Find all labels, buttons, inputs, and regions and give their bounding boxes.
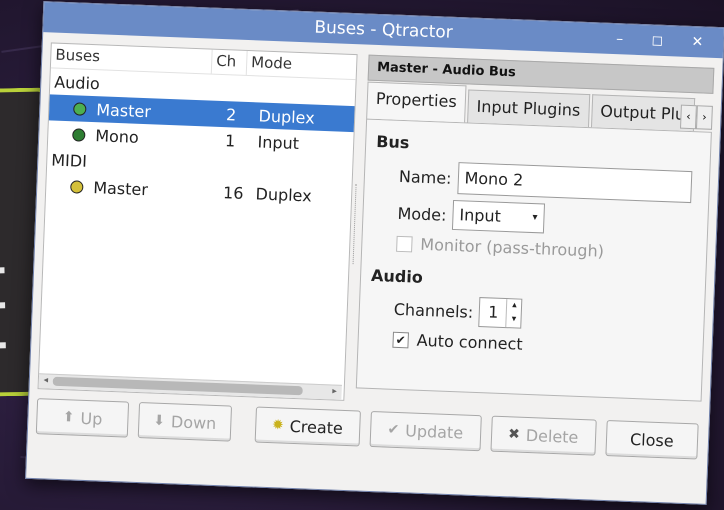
down-label: Down [170,411,217,433]
channels-row: Channels: 1 ▴ ▾ [393,294,694,335]
bus-group-label: Bus [375,131,410,153]
name-label: Name: [398,166,452,188]
monitor-checkbox[interactable] [396,235,413,252]
bus-mode: Duplex [258,105,316,128]
group-label: Audio [53,72,101,93]
bus-channels: 16 [222,182,244,203]
up-label: Up [80,408,103,429]
spin-up-icon[interactable]: ▴ [507,299,522,314]
arrow-up-icon: ⬆ [62,409,75,426]
bus-properties-pane: Master - Audio Bus Properties Input Plug… [355,54,715,413]
delete-label: Delete [525,425,579,447]
monitor-label: Monitor (pass-through) [420,234,605,261]
chevron-down-icon: ▾ [532,212,538,224]
bus-name: Master [92,177,149,199]
bus-tree[interactable]: Buses Ch Mode Audio Master 2 Duplex Mono… [37,42,358,401]
mode-value: Input [459,205,502,226]
column-mode[interactable]: Mode [247,51,356,79]
close-button[interactable]: Close [605,420,699,460]
scrollbar-thumb[interactable] [52,376,303,396]
create-label: Create [289,416,344,438]
tab-scroll-right-icon[interactable]: › [695,105,713,130]
channels-spinbox[interactable]: 1 ▴ ▾ [478,297,523,329]
horizontal-scrollbar[interactable]: ◂ ▸ [38,373,342,400]
properties-tab-body: Bus Name: Mono 2 Mode: Input ▾ Monitor (… [355,118,712,402]
window-title: Buses - Qtractor [314,17,454,43]
audio-bus-icon [72,127,86,142]
bus-name: Mono [94,125,140,147]
update-button[interactable]: ✔ Update [369,410,482,452]
tab-input-plugins[interactable]: Input Plugins [466,89,590,128]
auto-connect-checkbox[interactable]: ✔ [392,331,409,348]
monitor-row: Monitor (pass-through) [396,234,697,265]
channels-value: 1 [487,302,499,322]
delete-button[interactable]: ✖ Delete [489,415,597,456]
column-ch[interactable]: Ch [211,49,248,75]
update-label: Update [404,420,464,443]
auto-connect-label: Auto connect [416,330,523,354]
tab-properties[interactable]: Properties [366,81,467,123]
spin-down-icon[interactable]: ▾ [507,313,522,328]
mode-label: Mode: [397,203,447,225]
auto-connect-row: ✔ Auto connect [392,330,693,361]
channels-label: Channels: [393,299,474,322]
window-controls[interactable]: – ◻ ✕ [616,24,716,58]
scroll-left-icon[interactable]: ◂ [40,375,52,386]
close-label: Close [629,429,675,451]
up-button[interactable]: ⬆ Up [35,398,130,438]
bus-channels: 1 [224,130,236,151]
check-icon: ✔ [387,421,400,439]
midi-bus-icon [70,179,84,194]
scroll-right-icon[interactable]: ▸ [328,386,340,397]
buses-window: Buses - Qtractor – ◻ ✕ Buses Ch Mode Aud… [25,1,724,505]
bus-name: Master [95,99,152,121]
name-row: Name: Mono 2 [398,160,699,204]
bus-mode: Duplex [255,183,313,206]
bus-mode: Input [257,131,300,153]
audio-group-label: Audio [370,265,424,287]
star-icon: ✹ [271,417,285,434]
down-button[interactable]: ⬇ Down [137,402,232,442]
audio-bus-icon [73,101,87,116]
tab-scroll-buttons: ‹ › [679,104,713,130]
mode-row: Mode: Input ▾ [397,198,698,239]
tab-scroll-left-icon[interactable]: ‹ [679,104,697,130]
create-button[interactable]: ✹ Create [254,406,361,447]
pane-splitter[interactable] [352,184,361,265]
name-input[interactable]: Mono 2 [456,162,692,204]
x-icon: ✖ [507,426,521,443]
mode-select[interactable]: Input ▾ [451,199,546,234]
bus-channels: 2 [225,104,237,125]
group-label: MIDI [50,150,88,171]
arrow-down-icon: ⬇ [152,412,166,430]
